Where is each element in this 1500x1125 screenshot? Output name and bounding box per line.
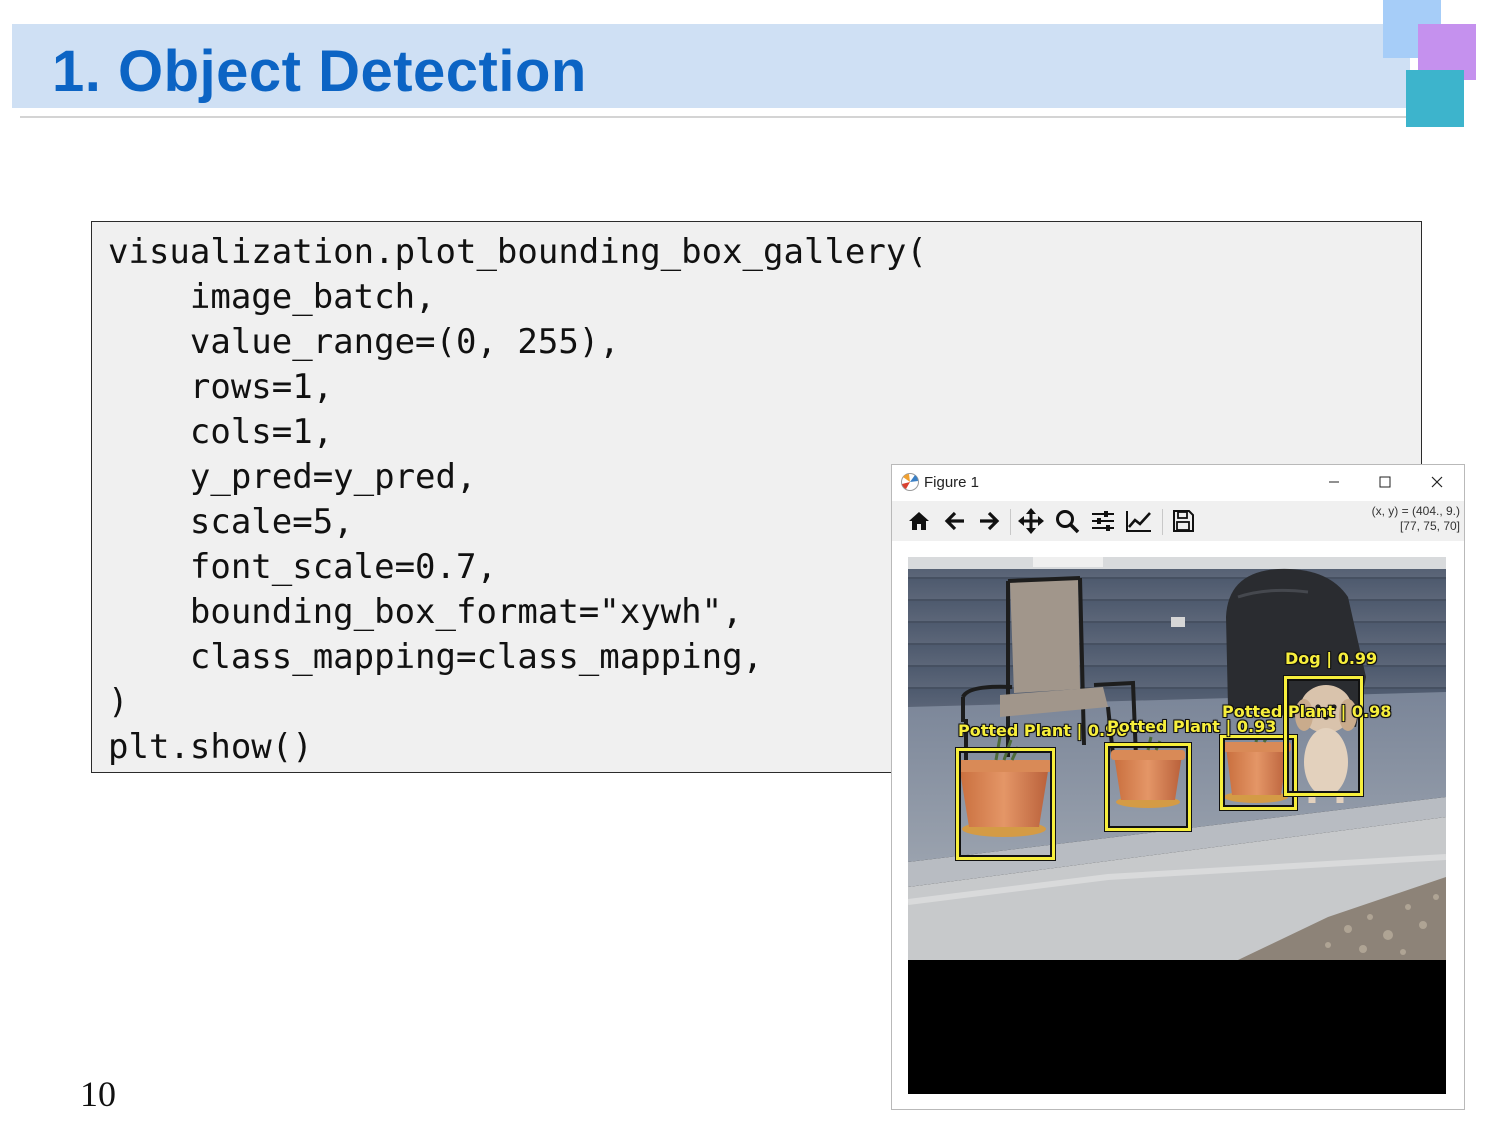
edit-axis-button[interactable]: [1124, 507, 1154, 535]
maximize-icon: [1379, 476, 1391, 488]
bounding-box-dog: [1284, 676, 1363, 796]
back-button[interactable]: [940, 507, 970, 535]
code-line: value_range=(0, 255),: [108, 322, 620, 362]
configure-subplots-button[interactable]: [1088, 507, 1118, 535]
pixel-value-readout: [77, 75, 70]: [1399, 519, 1460, 533]
pan-icon: [1018, 508, 1044, 534]
zoom-button[interactable]: [1052, 507, 1082, 535]
maximize-button[interactable]: [1360, 465, 1410, 499]
figure-toolbar: (x, y) = (404., 9.) [77, 75, 70]: [892, 501, 1464, 541]
bounding-box-potted-plant: [1105, 743, 1191, 831]
code-line: plt.show(): [108, 727, 313, 767]
slide-title: 1. Object Detection: [52, 39, 587, 104]
pan-button[interactable]: [1016, 507, 1046, 535]
code-line: cols=1,: [108, 412, 334, 452]
code-line: bounding_box_format="xywh",: [108, 592, 743, 632]
close-icon: [1431, 476, 1443, 488]
forward-arrow-icon: [980, 511, 1000, 531]
back-arrow-icon: [944, 511, 964, 531]
code-line: ): [108, 682, 129, 722]
close-button[interactable]: [1412, 465, 1462, 499]
save-icon: [1173, 510, 1194, 532]
minimize-button[interactable]: [1309, 465, 1359, 499]
bounding-box-potted-plant: [956, 748, 1055, 860]
code-line: class_mapping=class_mapping,: [108, 637, 764, 677]
toolbar-separator: [1010, 509, 1011, 535]
title-divider: [20, 116, 1408, 118]
figure-canvas[interactable]: Potted Plant | 0.96 Potted Plant | 0.93 …: [892, 541, 1464, 1109]
edit-axis-icon: [1126, 511, 1151, 532]
coordinate-readout: (x, y) = (404., 9.): [1371, 504, 1460, 518]
window-title: Figure 1: [924, 474, 980, 491]
minimize-icon: [1329, 481, 1339, 483]
plot-area[interactable]: Potted Plant | 0.96 Potted Plant | 0.93 …: [908, 557, 1446, 1094]
page-number: 10: [80, 1074, 116, 1114]
code-line: visualization.plot_bounding_box_gallery(: [108, 232, 927, 272]
home-button[interactable]: [904, 507, 934, 535]
matplotlib-icon: [901, 473, 919, 491]
configure-subplots-icon: [1092, 511, 1114, 531]
detection-label: Potted Plant | 0.98: [1222, 702, 1392, 721]
home-icon: [909, 512, 929, 530]
code-line: font_scale=0.7,: [108, 547, 497, 587]
code-line: rows=1,: [108, 367, 334, 407]
figure-window[interactable]: Figure 1 (x, y) = (404., 9.) [77, 75, 70…: [891, 464, 1465, 1110]
window-titlebar[interactable]: Figure 1: [892, 465, 1464, 501]
detection-label: Dog | 0.99: [1285, 649, 1378, 668]
code-line: image_batch,: [108, 277, 436, 317]
zoom-icon: [1056, 510, 1080, 534]
detection-label: Potted Plant | 0.96: [958, 721, 1128, 740]
forward-button[interactable]: [974, 507, 1004, 535]
save-button[interactable]: [1168, 507, 1198, 535]
code-line: y_pred=y_pred,: [108, 457, 477, 497]
decor-square-teal: [1406, 70, 1464, 127]
code-line: scale=5,: [108, 502, 354, 542]
toolbar-separator: [1162, 509, 1163, 535]
